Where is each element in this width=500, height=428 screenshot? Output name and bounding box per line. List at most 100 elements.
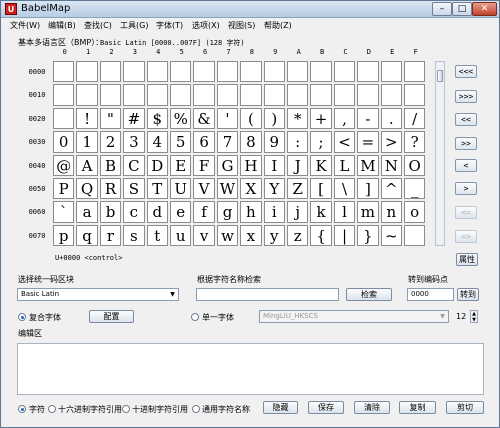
glyph-cell[interactable]: t <box>146 224 168 247</box>
menu-font[interactable]: 字体(T) <box>156 20 183 31</box>
glyph-cell[interactable] <box>310 61 332 83</box>
glyph-cell[interactable]: w <box>216 224 239 247</box>
glyph-cell[interactable]: P <box>53 178 75 200</box>
glyph-cell[interactable]: W <box>216 178 239 200</box>
glyph-cell[interactable]: ; <box>310 131 332 153</box>
glyph-cell[interactable]: \ <box>333 178 356 200</box>
glyph-cell[interactable]: + <box>310 107 332 130</box>
glyph-cell[interactable]: > <box>380 131 402 153</box>
glyph-cell[interactable]: * <box>287 107 309 130</box>
glyph-cell[interactable]: C <box>123 154 145 176</box>
menu-file[interactable]: 文件(W) <box>10 20 40 31</box>
glyph-cell[interactable]: 3 <box>123 131 145 153</box>
nav-button[interactable]: <<< <box>455 65 477 78</box>
glyph-cell[interactable]: K <box>310 154 332 176</box>
glyph-cell[interactable] <box>53 107 75 130</box>
glyph-cell[interactable]: , <box>333 107 356 130</box>
glyph-cell[interactable] <box>287 84 309 106</box>
glyph-cell[interactable]: @ <box>53 154 75 176</box>
glyph-cell[interactable]: / <box>404 107 426 130</box>
glyph-cell[interactable]: ^ <box>380 178 402 200</box>
glyph-cell[interactable]: Y <box>263 178 285 200</box>
menu-edit[interactable]: 编辑(B) <box>48 20 76 31</box>
glyph-cell[interactable] <box>380 61 402 83</box>
menu-options[interactable]: 选项(X) <box>192 20 220 31</box>
goto-code-input[interactable]: 0000 <box>407 288 454 301</box>
block-select[interactable]: Basic Latin ▼ <box>17 288 179 301</box>
glyph-cell[interactable]: 1 <box>76 131 98 153</box>
glyph-cell[interactable]: Q <box>76 178 98 200</box>
glyph-cell[interactable] <box>333 84 356 106</box>
glyph-cell[interactable] <box>123 84 145 106</box>
glyph-cell[interactable] <box>240 84 262 106</box>
glyph-cell[interactable]: = <box>357 131 379 153</box>
nav-button[interactable]: < <box>455 159 477 172</box>
glyph-cell[interactable]: f <box>193 201 215 223</box>
glyph-cell[interactable] <box>193 84 215 106</box>
glyph-cell[interactable]: < <box>333 131 356 153</box>
glyph-cell[interactable]: s <box>123 224 145 247</box>
glyph-cell[interactable]: 0 <box>53 131 75 153</box>
single-font-radio[interactable] <box>191 313 199 321</box>
glyph-cell[interactable]: 9 <box>263 131 285 153</box>
composite-font-radio[interactable] <box>18 313 26 321</box>
glyph-cell[interactable]: J <box>287 154 309 176</box>
glyph-cell[interactable]: ' <box>216 107 239 130</box>
glyph-cell[interactable]: N <box>380 154 402 176</box>
scrollbar-thumb[interactable] <box>437 70 443 82</box>
glyph-cell[interactable]: ! <box>76 107 98 130</box>
glyph-cell[interactable]: A <box>76 154 98 176</box>
minimize-button[interactable]: – <box>432 2 452 16</box>
glyph-cell[interactable]: ? <box>404 131 426 153</box>
glyph-cell[interactable]: d <box>146 201 168 223</box>
glyph-cell[interactable]: 6 <box>193 131 215 153</box>
glyph-cell[interactable]: F <box>193 154 215 176</box>
copy-button[interactable]: 复制 <box>399 401 436 414</box>
hide-button[interactable]: 隐藏 <box>263 401 298 414</box>
insert-ucn-radio[interactable] <box>192 405 200 413</box>
menu-tools[interactable]: 工具(G) <box>120 20 148 31</box>
glyph-cell[interactable]: q <box>76 224 98 247</box>
glyph-cell[interactable] <box>357 61 379 83</box>
glyph-cell[interactable]: # <box>123 107 145 130</box>
glyph-cell[interactable] <box>357 84 379 106</box>
edit-area[interactable] <box>17 343 484 395</box>
glyph-cell[interactable] <box>76 84 98 106</box>
glyph-cell[interactable]: & <box>193 107 215 130</box>
glyph-cell[interactable] <box>216 84 239 106</box>
glyph-cell[interactable] <box>263 61 285 83</box>
glyph-cell[interactable]: T <box>146 178 168 200</box>
glyph-cell[interactable] <box>404 224 426 247</box>
glyph-cell[interactable]: z <box>287 224 309 247</box>
glyph-cell[interactable] <box>76 61 98 83</box>
glyph-cell[interactable]: S <box>123 178 145 200</box>
glyph-cell[interactable] <box>240 61 262 83</box>
glyph-cell[interactable]: L <box>333 154 356 176</box>
goto-button[interactable]: 转到 <box>457 288 479 301</box>
glyph-cell[interactable]: 4 <box>146 131 168 153</box>
glyph-cell[interactable]: x <box>240 224 262 247</box>
font-size-spinner[interactable]: ▲ ▼ <box>470 310 478 323</box>
glyph-cell[interactable] <box>380 84 402 106</box>
glyph-cell[interactable] <box>53 84 75 106</box>
glyph-cell[interactable]: D <box>146 154 168 176</box>
glyph-cell[interactable]: m <box>357 201 379 223</box>
nav-button[interactable]: <= <box>455 206 477 219</box>
glyph-cell[interactable]: - <box>357 107 379 130</box>
close-button[interactable]: ✕ <box>472 2 497 16</box>
glyph-cell[interactable]: | <box>333 224 356 247</box>
grid-scrollbar[interactable] <box>435 61 445 246</box>
glyph-cell[interactable]: M <box>357 154 379 176</box>
glyph-cell[interactable]: G <box>216 154 239 176</box>
save-button[interactable]: 保存 <box>308 401 344 414</box>
glyph-cell[interactable]: y <box>263 224 285 247</box>
glyph-cell[interactable]: $ <box>146 107 168 130</box>
glyph-cell[interactable] <box>216 61 239 83</box>
glyph-cell[interactable]: ` <box>53 201 75 223</box>
clear-button[interactable]: 清除 <box>354 401 390 414</box>
insert-dec-ref-radio[interactable] <box>122 405 130 413</box>
glyph-cell[interactable]: 7 <box>216 131 239 153</box>
glyph-cell[interactable]: n <box>380 201 402 223</box>
single-font-select[interactable]: MingLiU_HKSCS ▼ <box>259 310 449 323</box>
glyph-cell[interactable]: { <box>310 224 332 247</box>
